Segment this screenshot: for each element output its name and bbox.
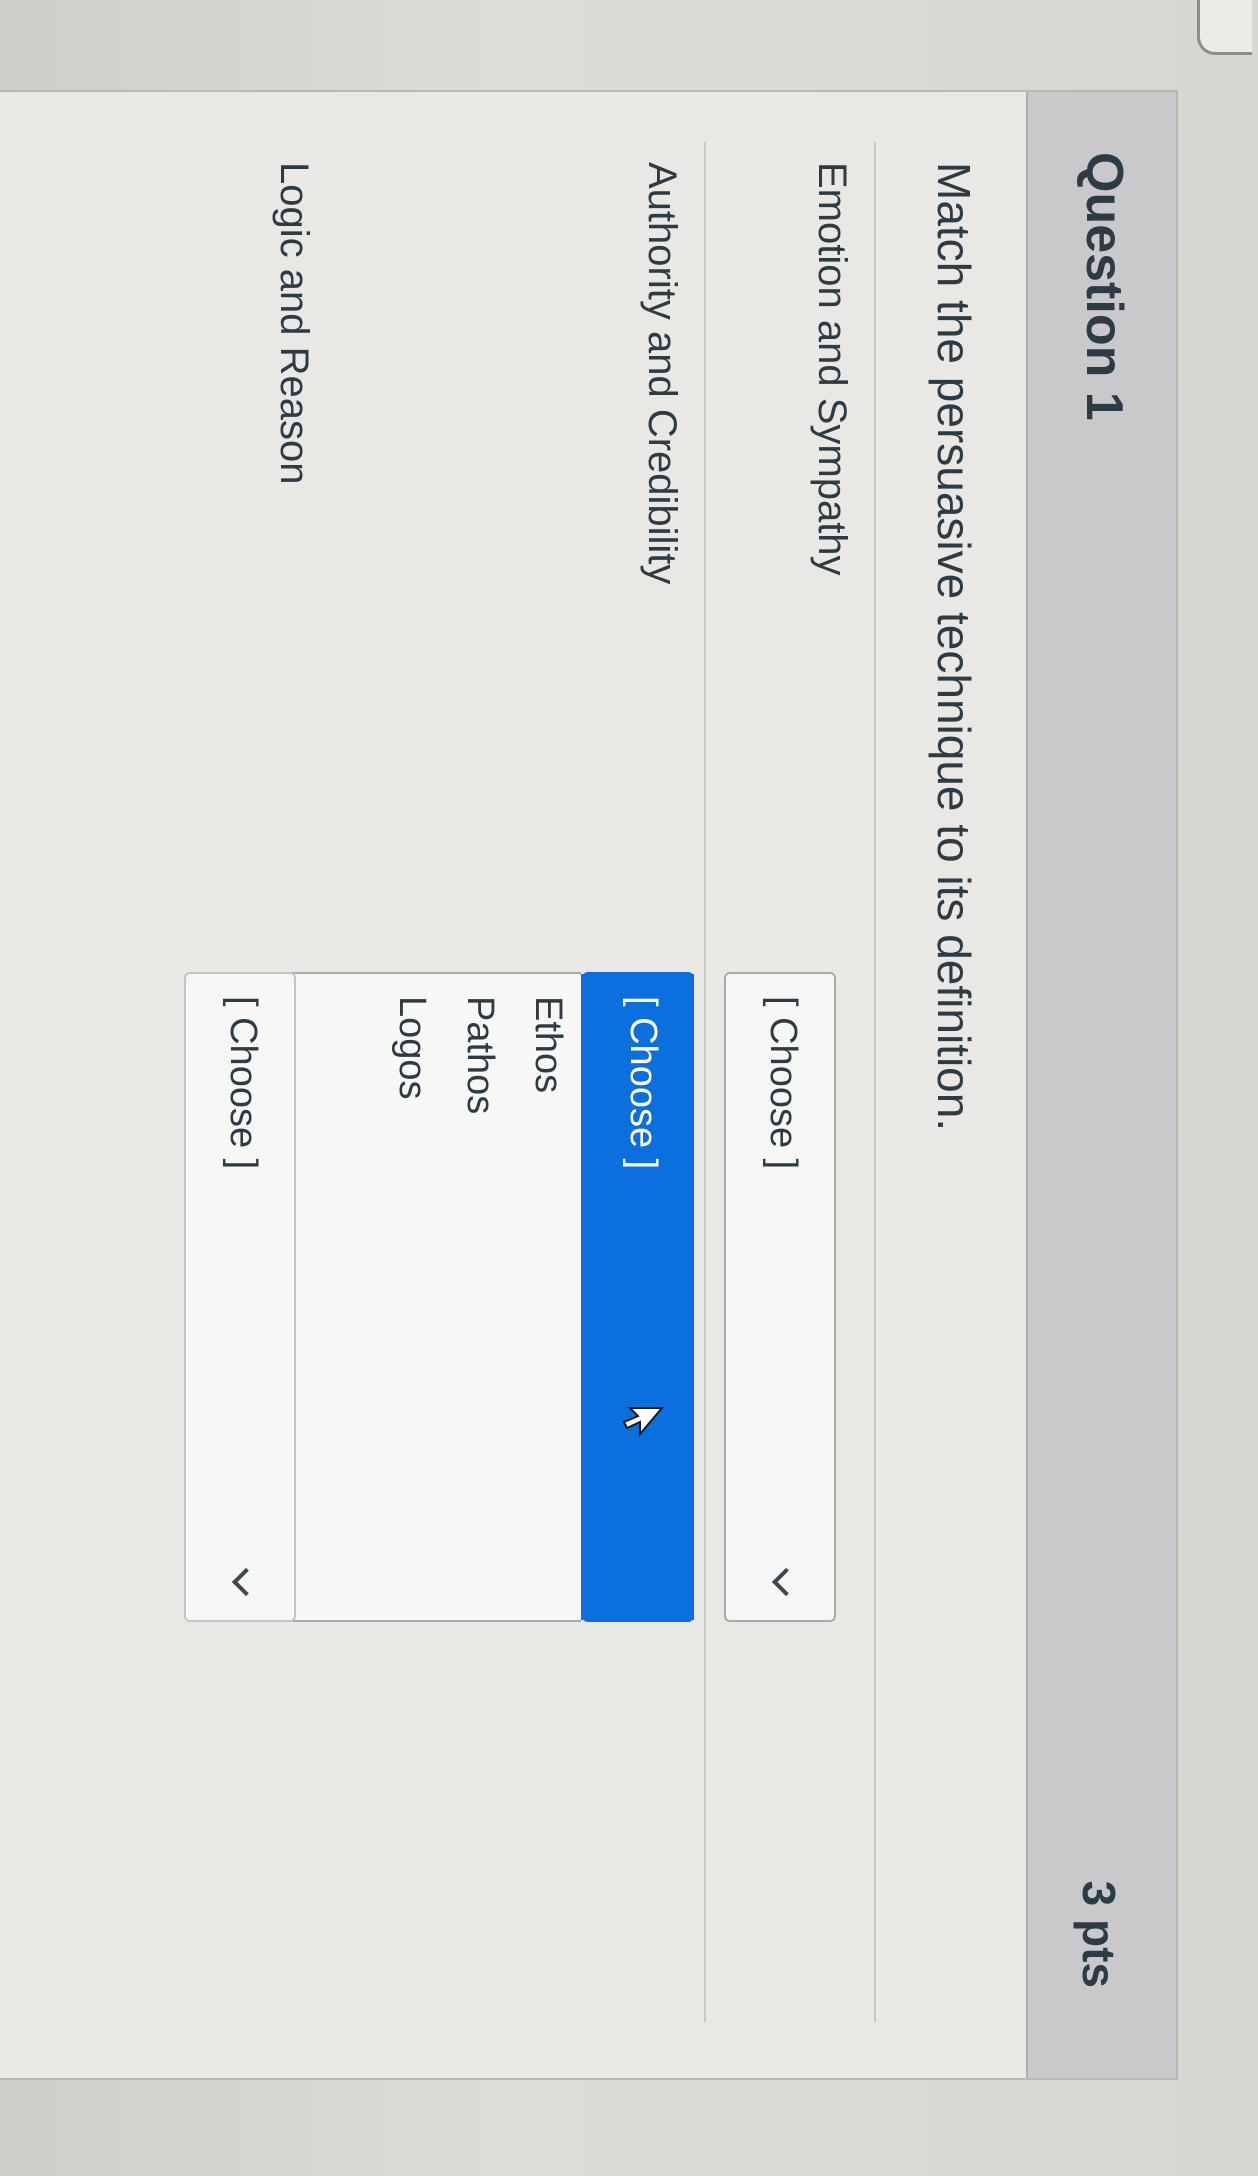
mouse-cursor-icon xyxy=(622,1407,664,1437)
chevron-down-icon xyxy=(771,1567,801,1597)
screen: Question 1 3 pts Match the persuasive te… xyxy=(0,0,1258,2176)
logic-select[interactable]: [ Choose ] xyxy=(184,972,296,1622)
select-value: [ Choose ] xyxy=(222,996,264,1170)
dropdown-option-choose-highlighted[interactable]: [ Choose ] xyxy=(581,974,694,1620)
dropdown-option-ethos[interactable]: Ethos xyxy=(513,974,581,1620)
question-points: 3 pts xyxy=(1073,1880,1125,1988)
chevron-down-icon xyxy=(231,1567,261,1597)
emotion-select[interactable]: [ Choose ] xyxy=(724,972,836,1622)
match-label: Authority and Credibility xyxy=(640,162,684,585)
tab-corner-decoration xyxy=(1197,0,1252,55)
match-row-logic: Logic and Reason xyxy=(272,142,476,2022)
match-label: Emotion and Sympathy xyxy=(810,162,854,576)
question-card: Question 1 3 pts Match the persuasive te… xyxy=(0,90,1178,2080)
question-prompt: Match the persuasive technique to its de… xyxy=(928,162,980,1132)
question-header: Question 1 3 pts xyxy=(1026,92,1176,2078)
quiz-page: Question 1 3 pts Match the persuasive te… xyxy=(0,0,1258,2176)
match-label: Logic and Reason xyxy=(272,162,316,485)
question-title: Question 1 xyxy=(1075,152,1133,421)
select-value: [ Choose ] xyxy=(762,996,804,1170)
